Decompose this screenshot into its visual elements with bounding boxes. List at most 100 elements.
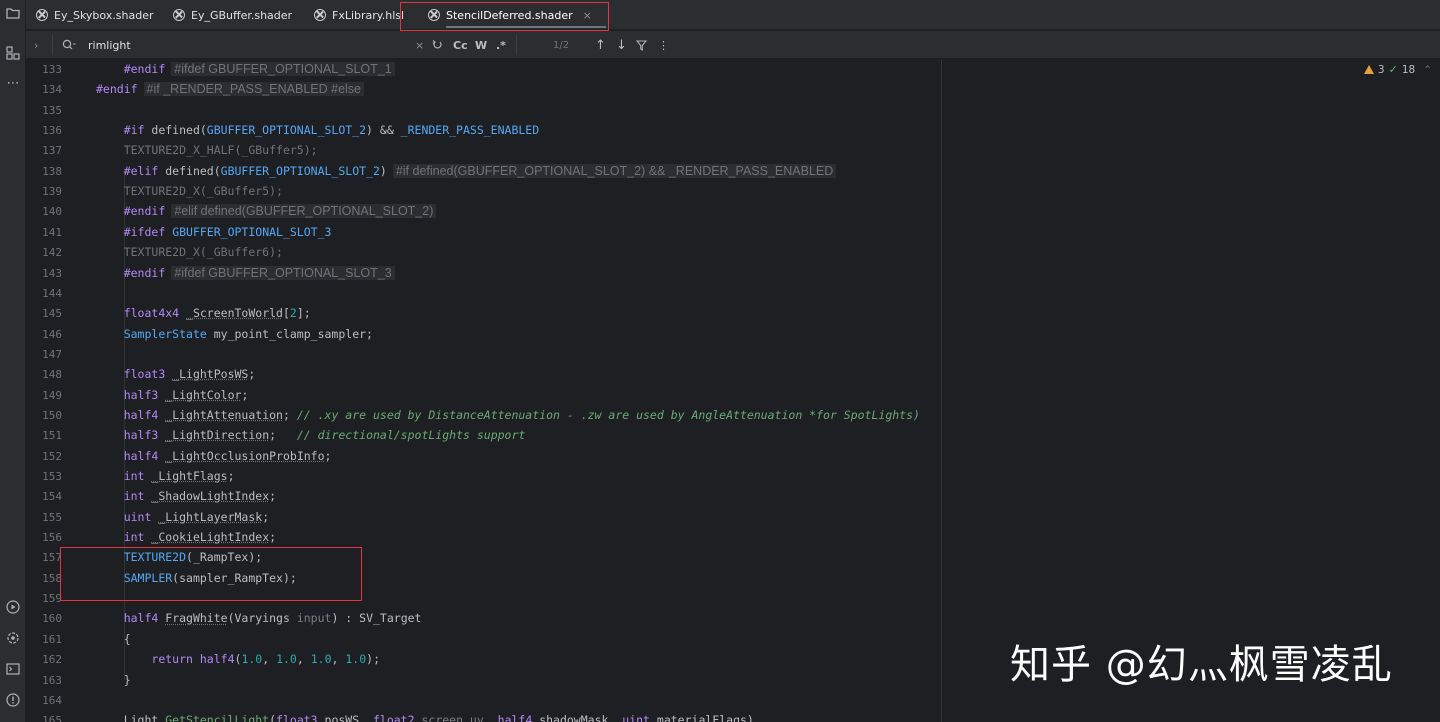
line-number: 142 [42,246,62,260]
code-line[interactable]: half4 FragWhite(Varyings input) : SV_Tar… [96,611,422,625]
clear-search-icon[interactable]: × [415,31,424,59]
code-line[interactable]: Light GetStencilLight(float3 posWS, floa… [96,713,754,722]
line-number: 158 [42,571,62,585]
previous-occurrence-icon[interactable]: ↑ [595,31,606,59]
line-number: 163 [42,673,62,687]
code-line[interactable]: TEXTURE2D_X(_GBuffer5); [96,184,283,198]
highlight-box-ramp-tex [60,547,362,601]
find-bar: › rimlight × Cc W .* 1/2 ↑ ↓ ⋮ [26,31,1440,59]
line-number: 136 [42,124,62,138]
code-line[interactable]: half3 _LightColor; [96,388,249,402]
editor-tab-bar: Ey_Skybox.shader Ey_GBuffer.shader FxLib… [26,0,1440,30]
whole-words-button[interactable]: W [475,31,487,59]
line-number: 150 [42,408,62,422]
ok-count: 18 [1401,63,1416,76]
line-number: 156 [42,531,62,545]
more-options-icon[interactable]: ⋮ [658,31,669,59]
next-occurrence-icon[interactable]: ↓ [616,31,627,59]
shader-file-icon [173,9,185,21]
hlsl-file-icon [314,9,326,21]
line-number: 157 [42,551,62,565]
right-margin-guide [941,60,942,722]
project-folder-icon[interactable] [4,4,22,22]
code-line[interactable]: int _LightFlags; [96,469,235,483]
line-number: 133 [42,63,62,76]
more-tools-icon[interactable]: ⋯ [4,74,22,92]
line-number: 151 [42,429,62,443]
code-line[interactable]: #endif #if _RENDER_PASS_ENABLED #else [96,82,364,97]
tab-fxlibrary[interactable]: FxLibrary.hlsl [314,0,404,30]
code-line[interactable]: int _ShadowLightIndex; [96,489,276,503]
code-line[interactable]: #endif #ifdef GBUFFER_OPTIONAL_SLOT_1 [96,62,395,76]
code-line[interactable]: #endif #elif defined(GBUFFER_OPTIONAL_SLO… [96,204,437,219]
code-line[interactable]: #if defined(GBUFFER_OPTIONAL_SLOT_2) && … [96,123,539,137]
line-number: 154 [42,490,62,504]
problems-icon[interactable] [4,691,22,709]
line-number: 141 [42,225,62,239]
code-line[interactable]: uint _LightLayerMask; [96,510,269,524]
code-line[interactable]: return half4(1.0, 1.0, 1.0, 1.0); [96,652,380,666]
line-number: 147 [42,347,62,361]
line-number: 144 [42,286,62,300]
code-line[interactable]: int _CookieLightIndex; [96,530,276,544]
line-number: 134 [42,83,62,97]
line-number-gutter: 133 134 135 136 137 138 139 140 141 142 143 144 145 1… [26,60,88,722]
tab-label: Ey_GBuffer.shader [191,8,293,22]
code-line[interactable]: #endif #ifdef GBUFFER_OPTIONAL_SLOT_3 [96,265,395,280]
line-number: 159 [42,592,62,606]
code-line[interactable]: half4 _LightOcclusionProbInfo; [96,449,332,463]
line-number: 138 [42,164,62,178]
expand-replace-icon[interactable]: › [34,31,38,59]
run-icon[interactable] [4,598,22,616]
line-number: 162 [42,653,62,667]
tab-ey-gbuffer[interactable]: Ey_GBuffer.shader [173,0,292,30]
divider [52,35,53,55]
terminal-icon[interactable] [4,660,22,678]
line-number: 137 [42,144,62,158]
code-line[interactable]: { [96,632,131,646]
tab-ey-skybox[interactable]: Ey_Skybox.shader [36,0,154,30]
regex-button[interactable]: .* [496,31,506,59]
line-number: 148 [42,368,62,382]
code-line[interactable]: } [96,673,131,687]
highlight-box-active-tab [400,2,609,31]
warning-icon [1363,65,1374,74]
inspection-widget[interactable]: 3 ✓ 18 ⌃ [1363,63,1432,76]
code-line[interactable]: half4 _LightAttenuation; // .xy are used… [96,408,920,422]
watermark: 知乎 @幻灬枫雪凌乱 [1010,642,1393,688]
new-line-icon[interactable] [431,31,443,59]
search-icon[interactable] [62,31,76,59]
check-icon: ✓ [1388,63,1398,76]
tab-label: FxLibrary.hlsl [332,8,405,22]
line-number: 164 [42,693,62,707]
match-case-button[interactable]: Cc [453,31,468,59]
line-number: 161 [42,632,62,646]
chevron-up-icon[interactable]: ⌃ [1423,64,1432,76]
structure-icon[interactable] [4,44,22,62]
line-number: 143 [42,266,62,280]
search-result-count: 1/2 [553,39,570,51]
line-number: 146 [42,327,62,341]
search-input[interactable]: rimlight [88,31,131,59]
line-number: 155 [42,510,62,524]
line-number: 165 [42,714,62,722]
line-number: 152 [42,449,62,463]
line-number: 153 [42,470,62,483]
code-line[interactable]: float3 _LightPosWS; [96,367,256,381]
code-line[interactable]: SamplerState my_point_clamp_sampler; [96,327,373,341]
divider [516,35,517,55]
code-line[interactable]: float4x4 _ScreenToWorld[2]; [96,306,311,320]
line-number: 135 [42,103,62,117]
code-editor[interactable]: 133 134 135 136 137 138 139 140 141 142 143 144 145 1… [26,60,1440,722]
services-icon[interactable] [4,629,22,647]
line-number: 149 [42,388,62,402]
line-number: 160 [42,612,62,626]
code-line[interactable]: #ifdef GBUFFER_OPTIONAL_SLOT_3 [96,225,332,239]
code-line[interactable]: #elif defined(GBUFFER_OPTIONAL_SLOT_2) #i… [96,163,837,178]
tab-label: Ey_Skybox.shader [54,8,154,22]
code-line[interactable]: TEXTURE2D_X(_GBuffer6); [96,245,283,259]
filter-icon[interactable] [636,31,647,59]
code-line[interactable]: TEXTURE2D_X_HALF(_GBuffer5); [96,143,318,157]
warning-count: 3 [1377,63,1385,76]
code-line[interactable]: half3 _LightDirection; // directional/sp… [96,428,526,442]
